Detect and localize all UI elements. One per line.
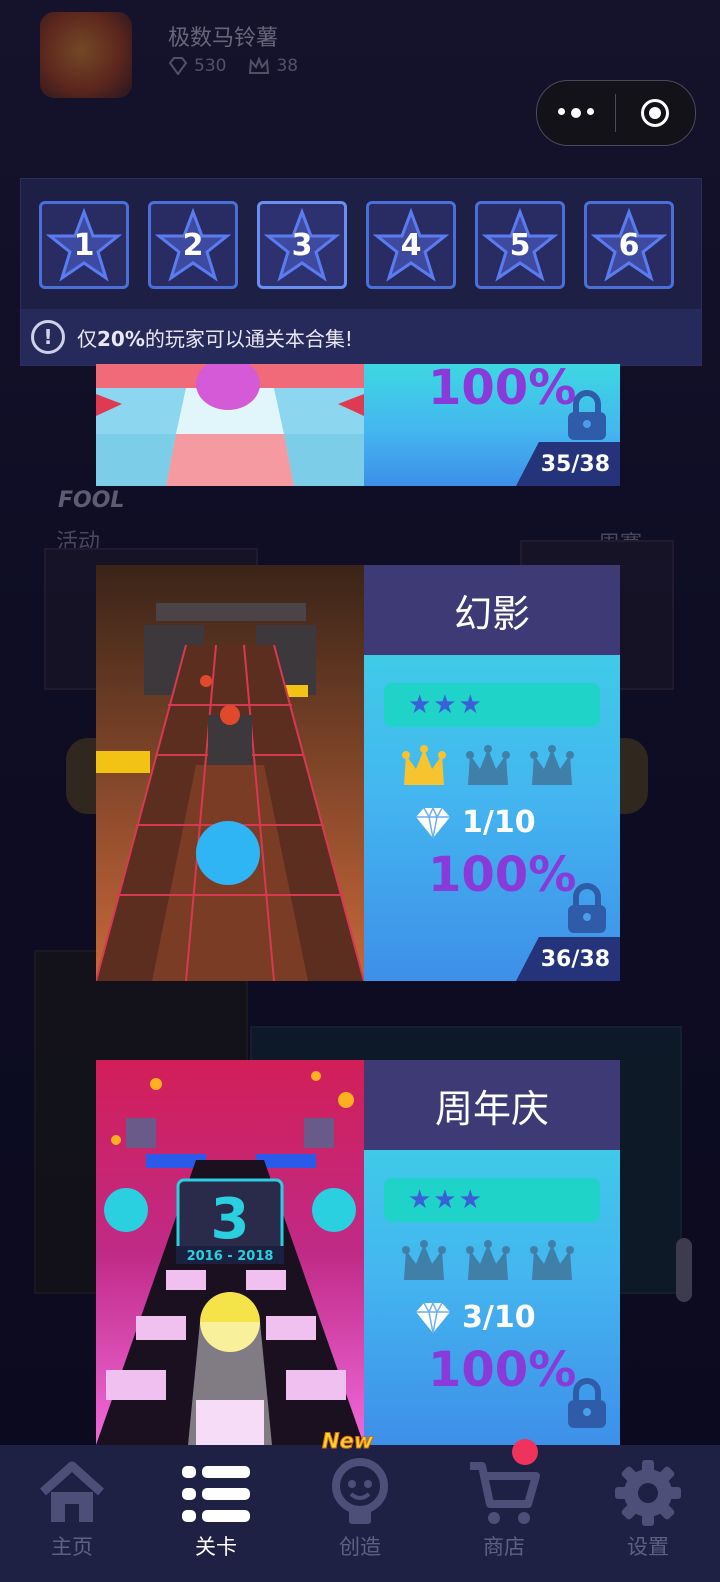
art-year-range: 2016 - 2018 [187,1249,274,1264]
nav-item-settings[interactable]: 设置 [576,1445,720,1582]
completion-notice: ! 仅20%的玩家可以通关本合集! [21,309,701,365]
crown-count: 38 [248,56,298,76]
level-info: 周年庆 ★★★ 3/10 100% [364,1060,620,1445]
nav-label-create: 创造 [339,1535,381,1559]
level-percent: 100% [428,1342,577,1398]
level-card[interactable]: 3 2016 - 2018 周年庆 ★★★ 3/10 100% [96,1060,620,1445]
notification-dot [512,1439,538,1465]
miniapp-capsule [536,80,696,146]
avatar [40,12,132,98]
lock-icon [568,1378,606,1428]
profile-stats: 530 38 [168,56,298,76]
more-icon [558,108,594,118]
bulb-icon [324,1457,396,1529]
nav-label-levels: 关卡 [195,1535,237,1559]
nav-label-shop: 商店 [483,1535,525,1559]
notice-suffix: 的玩家可以通关本合集! [144,326,353,351]
level-thumbnail [96,364,364,486]
art-number: 3 [211,1187,250,1252]
star-selector-panel: 1 2 3 4 5 6 ! 仅20%的玩家可以通关本合集! [20,178,702,366]
star-tab-number: 6 [618,227,640,263]
nav-item-levels[interactable]: 关卡 [144,1445,288,1582]
star-tab-number: 5 [509,227,531,263]
event-logo-text: FOOL [58,488,125,513]
scrollbar[interactable] [676,1238,692,1302]
star-tab-6[interactable]: 6 [584,201,674,289]
gem-count: 3/10 [462,1300,536,1335]
star-tab-number: 4 [400,227,422,263]
lock-icon [568,390,606,440]
nav-item-shop[interactable]: 商店 [432,1439,576,1582]
star-tab-5[interactable]: 5 [475,201,565,289]
new-badge: New [321,1429,374,1454]
gem-count: 1/10 [462,805,536,840]
level-percent: 100% [428,847,577,903]
level-card[interactable]: 100% 35/38 [96,364,620,486]
level-title: 周年庆 [364,1060,620,1150]
cart-icon [468,1457,540,1529]
crown-icon [466,1240,510,1280]
diamond-icon [416,1300,450,1333]
level-info: 100% 35/38 [364,364,620,486]
crown-icon [402,1240,446,1280]
level-info: 幻影 ★★★ 1/10 100% 36/38 [364,565,620,981]
star-tab-number: 2 [182,227,204,263]
nav-item-create[interactable]: New 创造 [288,1429,432,1582]
crown-icon [466,745,510,785]
target-icon [641,99,669,127]
star-tab-1[interactable]: 1 [39,201,129,289]
info-icon: ! [31,320,65,354]
diamond-icon [416,805,450,838]
level-percent: 100% [428,364,577,416]
crown-count-value: 38 [276,56,299,76]
crown-progress [400,745,576,789]
level-thumbnail [96,565,364,981]
nav-item-home[interactable]: 主页 [0,1445,144,1582]
star-tab-number: 1 [73,227,95,263]
gem-progress: 3/10 [414,1300,536,1335]
star-tab-2[interactable]: 2 [148,201,238,289]
star-tabs: 1 2 3 4 5 6 [39,201,674,289]
level-art [96,565,364,981]
lock-icon [568,883,606,933]
difficulty-rating: ★★★ [384,683,600,727]
difficulty-rating: ★★★ [384,1178,600,1222]
gem-count: 530 [168,56,226,76]
level-progress: 35/38 [516,442,620,486]
home-icon [36,1457,108,1529]
level-thumbnail: 3 2016 - 2018 [96,1060,364,1445]
level-card[interactable]: 幻影 ★★★ 1/10 100% 36/38 [96,565,620,981]
crown-icon [530,1240,574,1280]
crown-icon [402,745,446,785]
gem-progress: 1/10 [414,805,536,840]
notice-text: 仅20%的玩家可以通关本合集! [77,323,353,352]
level-title: 幻影 [364,565,620,655]
crown-icon [530,745,574,785]
nav-label-home: 主页 [51,1535,93,1559]
crown-progress [400,1240,576,1284]
level-art: 3 2016 - 2018 [96,1060,364,1445]
diamond-icon [168,57,188,75]
bottom-nav: 主页 关卡 New 创造 商店 设置 [0,1429,720,1582]
star-tab-4[interactable]: 4 [366,201,456,289]
level-art [96,364,364,486]
level-progress: 36/38 [516,937,620,981]
list-icon [180,1457,252,1529]
notice-percent: 20% [97,326,145,351]
more-button[interactable] [537,81,615,145]
gear-icon [612,1457,684,1529]
star-tab-3[interactable]: 3 [257,201,347,289]
gem-count-value: 530 [194,56,227,76]
nav-label-settings: 设置 [627,1535,669,1559]
notice-prefix: 仅 [77,326,97,351]
close-miniapp-button[interactable] [616,81,694,145]
crown-icon [249,57,270,74]
star-tab-number: 3 [291,227,313,263]
profile-name: 极数马铃薯 [168,26,279,51]
